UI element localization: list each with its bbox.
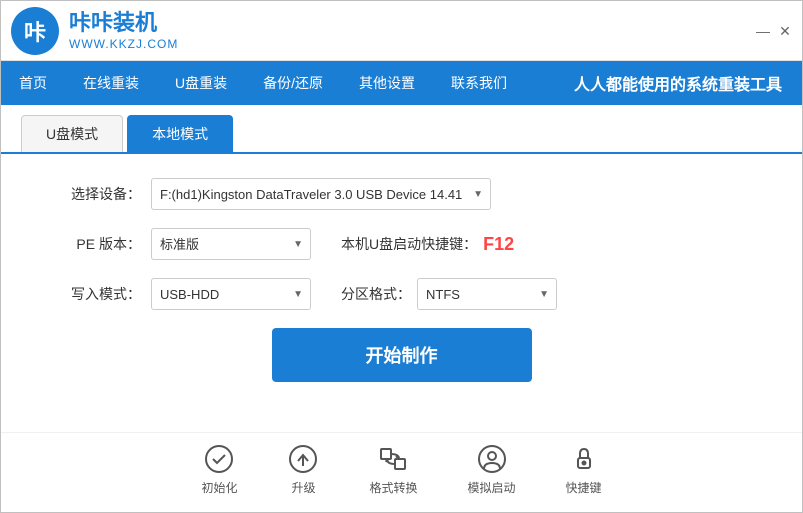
content-area: U盘模式 本地模式 选择设备： F:(hd1)Kingston DataTrav… — [1, 105, 802, 512]
initialize-label: 初始化 — [201, 479, 237, 496]
title-bar: 咔 咔咔装机 WWW.KKZJ.COM — ✕ — [1, 1, 802, 61]
partition-label: 分区格式： — [341, 284, 411, 304]
write-mode-select[interactable]: USB-HDD — [151, 278, 311, 310]
close-button[interactable]: ✕ — [778, 24, 792, 38]
title-text-group: 咔咔装机 WWW.KKZJ.COM — [69, 10, 756, 50]
bottom-icons-bar: 初始化 升级 — [1, 432, 802, 512]
start-button[interactable]: 开始制作 — [272, 328, 532, 382]
nav-item-contact-us[interactable]: 联系我们 — [433, 61, 525, 105]
shortcut-keys-label: 快捷键 — [566, 479, 602, 496]
nav-slogan: 人人都能使用的系统重装工具 — [574, 71, 802, 95]
lock-circle-icon — [568, 443, 600, 475]
start-btn-row: 开始制作 — [61, 328, 742, 382]
write-mode-label: 写入模式： — [61, 284, 141, 304]
app-logo: 咔 — [11, 7, 59, 55]
nav-item-usb-reinstall[interactable]: U盘重装 — [157, 61, 245, 105]
app-window: 咔 咔咔装机 WWW.KKZJ.COM — ✕ 首页 在线重装 U盘重装 备份/… — [0, 0, 803, 513]
minimize-button[interactable]: — — [756, 24, 770, 38]
pe-select-wrapper: 标准版 ▼ — [151, 228, 311, 260]
device-label: 选择设备： — [61, 184, 141, 204]
check-circle-icon — [203, 443, 235, 475]
hotkey-value: F12 — [483, 234, 514, 255]
write-mode-row: 写入模式： USB-HDD ▼ 分区格式： NTFS ▼ — [61, 278, 742, 310]
tab-usb-mode[interactable]: U盘模式 — [21, 115, 123, 152]
partition-select-wrapper: NTFS ▼ — [417, 278, 557, 310]
bottom-item-upgrade[interactable]: 升级 — [287, 443, 319, 496]
bottom-item-initialize[interactable]: 初始化 — [201, 443, 237, 496]
form-area: 选择设备： F:(hd1)Kingston DataTraveler 3.0 U… — [1, 154, 802, 432]
nav-item-other-settings[interactable]: 其他设置 — [341, 61, 433, 105]
nav-item-backup-restore[interactable]: 备份/还原 — [245, 61, 341, 105]
hotkey-label: 本机U盘启动快捷键： — [341, 234, 477, 254]
simulate-boot-label: 模拟启动 — [468, 479, 516, 496]
person-circle-icon — [476, 443, 508, 475]
bottom-item-shortcut-keys[interactable]: 快捷键 — [566, 443, 602, 496]
app-url: WWW.KKZJ.COM — [69, 37, 756, 51]
tabs-bar: U盘模式 本地模式 — [1, 105, 802, 154]
tab-local-mode[interactable]: 本地模式 — [127, 115, 233, 152]
pe-label: PE 版本： — [61, 234, 141, 254]
window-controls: — ✕ — [756, 24, 792, 38]
nav-item-home[interactable]: 首页 — [1, 61, 65, 105]
upload-circle-icon — [287, 443, 319, 475]
upgrade-label: 升级 — [291, 479, 315, 496]
device-select-wrapper: F:(hd1)Kingston DataTraveler 3.0 USB Dev… — [151, 178, 491, 210]
pe-select[interactable]: 标准版 — [151, 228, 311, 260]
nav-bar: 首页 在线重装 U盘重装 备份/还原 其他设置 联系我们 人人都能使用的系统重装… — [1, 61, 802, 105]
pe-row: PE 版本： 标准版 ▼ 本机U盘启动快捷键： F12 — [61, 228, 742, 260]
device-select[interactable]: F:(hd1)Kingston DataTraveler 3.0 USB Dev… — [151, 178, 491, 210]
nav-item-online-reinstall[interactable]: 在线重装 — [65, 61, 157, 105]
bottom-item-simulate-boot[interactable]: 模拟启动 — [468, 443, 516, 496]
bottom-item-format-convert[interactable]: 格式转换 — [369, 443, 417, 496]
format-convert-icon — [377, 443, 409, 475]
partition-select[interactable]: NTFS — [417, 278, 557, 310]
format-convert-label: 格式转换 — [369, 479, 417, 496]
device-row: 选择设备： F:(hd1)Kingston DataTraveler 3.0 U… — [61, 178, 742, 210]
app-name: 咔咔装机 — [69, 10, 756, 36]
write-mode-select-wrapper: USB-HDD ▼ — [151, 278, 311, 310]
